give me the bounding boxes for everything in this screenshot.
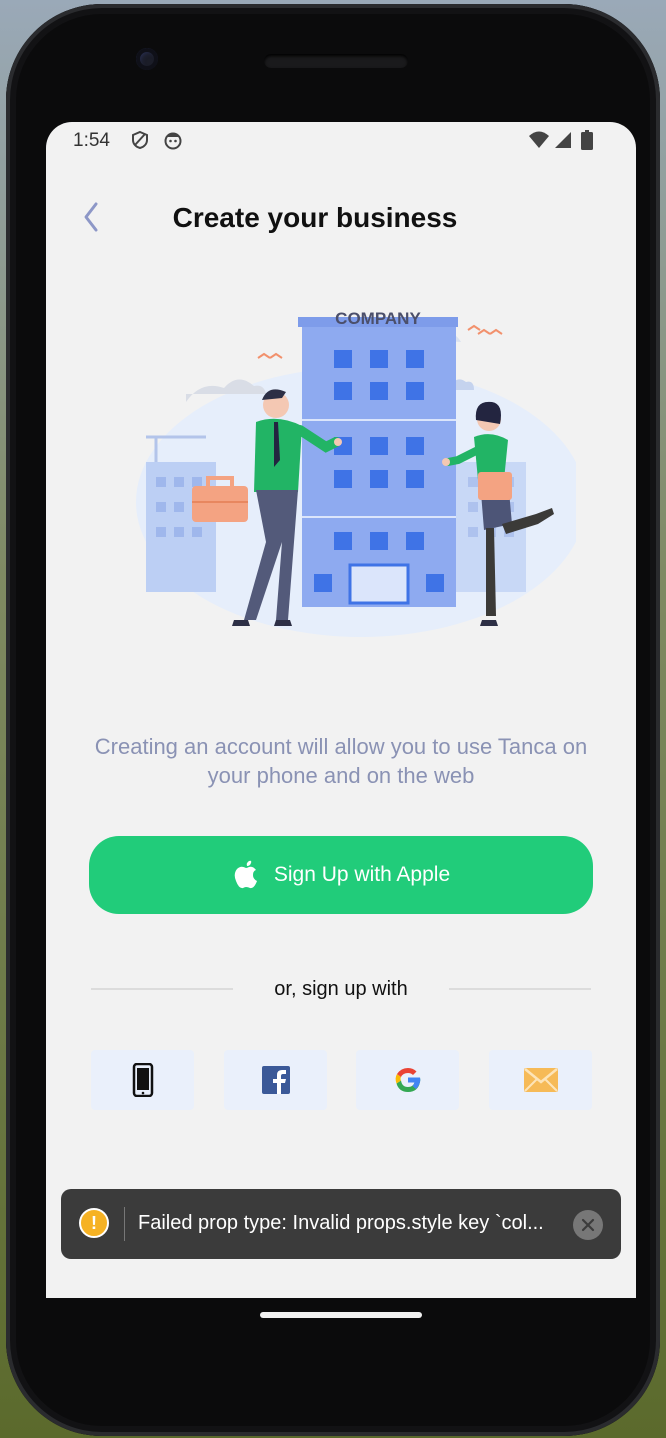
email-icon: [523, 1068, 558, 1092]
company-sign: COMPANY: [335, 309, 421, 328]
cell-signal-icon: [552, 130, 572, 155]
page-title: Create your business: [172, 202, 458, 233]
wifi-icon: [528, 130, 550, 155]
phone-frame: 1:54 Create your business COMPANY Creati…: [6, 4, 660, 1436]
business-illustration: COMPANY: [136, 309, 576, 637]
google-icon: [395, 1068, 420, 1092]
toast-close-button[interactable]: [573, 1210, 603, 1240]
warning-toast[interactable]: ! Failed prop type: Invalid props.style …: [61, 1189, 621, 1259]
phone-icon: [132, 1063, 153, 1097]
shield-icon: [130, 130, 150, 155]
toast-separator: [124, 1207, 125, 1241]
facebook-icon: [261, 1066, 290, 1094]
sign-up-facebook-button[interactable]: [224, 1050, 327, 1110]
warning-icon: !: [79, 1208, 109, 1238]
app-screen: 1:54 Create your business COMPANY Creati…: [46, 122, 636, 1298]
sign-up-phone-button[interactable]: [91, 1050, 194, 1110]
apple-icon: [234, 860, 257, 889]
toast-message: Failed prop type: Invalid props.style ke…: [138, 1212, 544, 1234]
close-icon: [581, 1218, 595, 1232]
home-indicator[interactable]: [260, 1312, 422, 1318]
divider-right: [449, 988, 591, 990]
sign-up-google-button[interactable]: [356, 1050, 459, 1110]
battery-icon: [581, 130, 593, 155]
earpiece-speaker: [264, 54, 408, 68]
status-time: 1:54: [73, 130, 110, 151]
sign-up-email-button[interactable]: [489, 1050, 592, 1110]
sign-up-apple-button[interactable]: Sign Up with Apple: [89, 836, 593, 914]
description-text: Creating an account will allow you to us…: [94, 734, 588, 788]
status-bar: 1:54: [46, 122, 636, 158]
front-camera: [136, 48, 158, 70]
notification-face-icon: [163, 130, 183, 155]
sign-up-apple-label: Sign Up with Apple: [273, 863, 451, 886]
